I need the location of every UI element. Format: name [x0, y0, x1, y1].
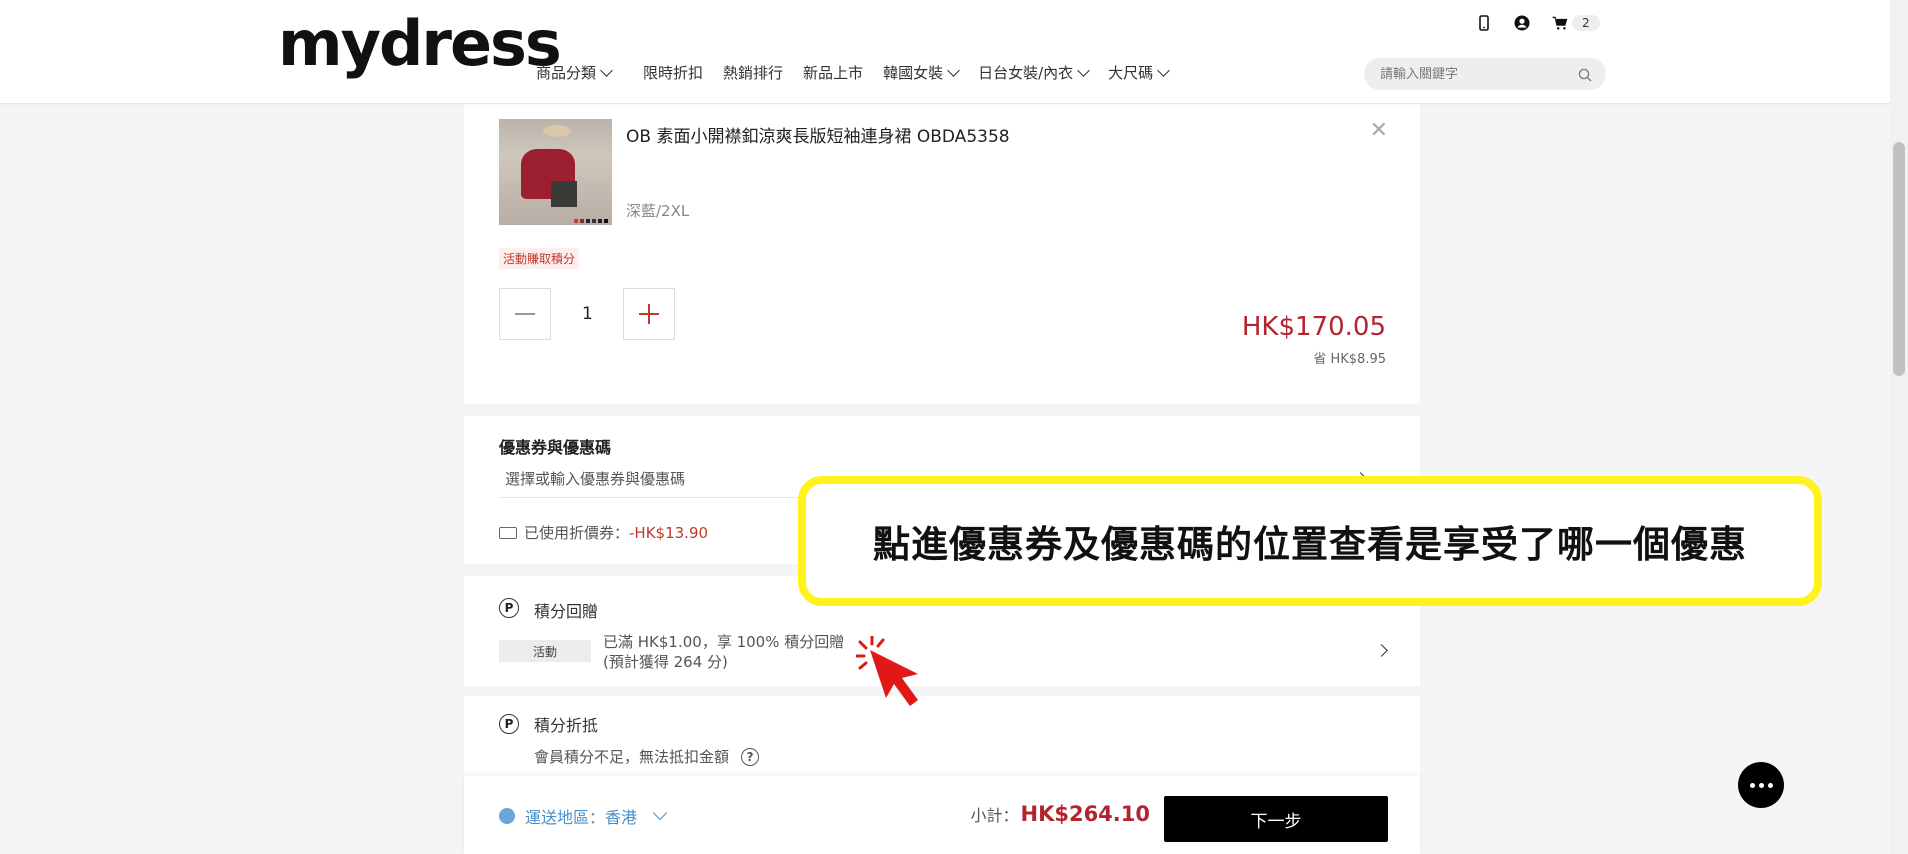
quantity-increase-button[interactable]: [623, 288, 675, 340]
points-redeem-text: 會員積分不足，無法抵扣金額: [534, 748, 730, 766]
points-icon: P: [499, 598, 519, 618]
points-reward-line2: (預計獲得 264 分): [603, 653, 728, 671]
nav-item-label: 新品上市: [803, 64, 864, 82]
nav-item-label: 韓國女裝: [883, 64, 944, 82]
next-step-button[interactable]: 下一步: [1164, 796, 1388, 842]
header-icons: 2: [1476, 14, 1600, 32]
quantity-decrease-button[interactable]: [499, 288, 551, 340]
chevron-down-icon: [1157, 63, 1171, 77]
chevron-down-icon: [1077, 63, 1091, 77]
chat-button[interactable]: [1738, 762, 1784, 808]
site-header: mydress 商品分類 限時折扣 熱銷排行 新品上市 韓國女裝 日台女裝/內衣…: [0, 0, 1890, 104]
click-cursor-icon: [854, 634, 936, 716]
product-price: HK$170.05: [1241, 312, 1386, 342]
help-icon[interactable]: ?: [741, 747, 760, 766]
nav-item-label: 限時折扣: [643, 64, 704, 82]
nav-item-korean[interactable]: 韓國女裝: [883, 62, 960, 83]
product-name[interactable]: OB 素面小開襟釦涼爽長版短袖連身裙 OBDA5358: [626, 122, 1010, 147]
nav-item-plus-size[interactable]: 大尺碼: [1108, 62, 1171, 83]
nav-item-label: 大尺碼: [1108, 64, 1154, 82]
annotation-callout: 點進優惠券及優惠碼的位置查看是享受了哪一個優惠: [798, 476, 1822, 606]
chevron-down-icon: [652, 805, 668, 821]
annotation-text: 點進優惠券及優惠碼的位置查看是享受了哪一個優惠: [873, 523, 1747, 566]
subtotal-amount: HK$264.10: [1020, 802, 1151, 826]
nav-item-categories[interactable]: 商品分類: [536, 62, 613, 83]
cart-icon: [1552, 14, 1568, 32]
shipping-region-label: 運送地區：香港: [525, 808, 638, 827]
shipping-region-selector[interactable]: 運送地區：香港: [499, 804, 668, 828]
page-scrollbar[interactable]: [1890, 0, 1908, 854]
used-coupon-amount: -HK$13.90: [629, 523, 709, 542]
chat-dot: [1758, 782, 1764, 788]
globe-icon: [499, 808, 515, 824]
points-reward-line1: 已滿 HK$1.00，享 100% 積分回贈: [603, 633, 845, 651]
subtotal: 小計： HK$264.10: [970, 802, 1150, 826]
mobile-icon[interactable]: [1476, 14, 1492, 32]
chat-dot: [1767, 782, 1773, 788]
nav-item-best-sellers[interactable]: 熱銷排行: [723, 62, 783, 83]
user-icon[interactable]: [1514, 14, 1530, 32]
nav-item-label: 日台女裝/內衣: [978, 64, 1074, 82]
points-redeem-title: 積分折抵: [534, 716, 599, 735]
nav-item-new-arrivals[interactable]: 新品上市: [803, 62, 863, 83]
cart-product-card: OB 素面小開襟釦涼爽長版短袖連身裙 OBDA5358 深藍/2XL ✕ 活動賺…: [464, 104, 1420, 404]
product-image[interactable]: [499, 119, 612, 225]
checkout-footer: 運送地區：香港 小計： HK$264.10 下一步: [464, 776, 1420, 854]
points-icon: P: [499, 714, 519, 734]
search-input[interactable]: [1380, 66, 1570, 82]
nav-item-japan-taiwan[interactable]: 日台女裝/內衣: [978, 62, 1091, 83]
remove-item-close-icon[interactable]: ✕: [1370, 118, 1388, 143]
cart-count-badge: 2: [1572, 15, 1600, 31]
product-variant: 深藍/2XL: [626, 202, 690, 220]
chevron-down-icon: [947, 63, 960, 77]
points-reward-text: 已滿 HK$1.00，享 100% 積分回贈 (預計獲得 264 分): [603, 632, 844, 672]
coupon-section-title: 優惠券與優惠碼: [499, 438, 612, 457]
chat-dot: [1749, 782, 1755, 788]
activity-tag: 活動: [499, 640, 591, 662]
scrollbar-thumb[interactable]: [1893, 142, 1905, 376]
search-icon[interactable]: [1578, 67, 1592, 86]
coupon-select-label: 選擇或輸入優惠券與優惠碼: [505, 470, 686, 488]
points-reward-title: 積分回贈: [534, 602, 599, 621]
cart-button[interactable]: 2: [1552, 14, 1600, 32]
points-redeem-row: 會員積分不足，無法抵扣金額 ?: [534, 746, 760, 767]
used-coupon-row: 已使用折價券： -HK$13.90: [499, 522, 708, 543]
nav-item-flash-sale[interactable]: 限時折扣: [643, 62, 703, 83]
search-box: [1364, 58, 1606, 90]
chevron-down-icon: [600, 63, 613, 77]
subtotal-label: 小計：: [970, 806, 1019, 825]
used-coupon-label: 已使用折價券：: [524, 524, 630, 542]
product-savings: 省 HK$8.95: [1313, 352, 1386, 367]
quantity-value: 1: [582, 304, 593, 324]
promo-tag: 活動賺取積分: [499, 248, 580, 269]
main-nav: 商品分類 限時折扣 熱銷排行 新品上市 韓國女裝 日台女裝/內衣 大尺碼: [536, 62, 1188, 83]
ticket-icon: [499, 526, 517, 539]
nav-item-label: 熱銷排行: [723, 64, 784, 82]
site-logo[interactable]: mydress: [278, 4, 562, 84]
nav-item-label: 商品分類: [536, 64, 597, 82]
chevron-right-icon: [1375, 644, 1388, 657]
